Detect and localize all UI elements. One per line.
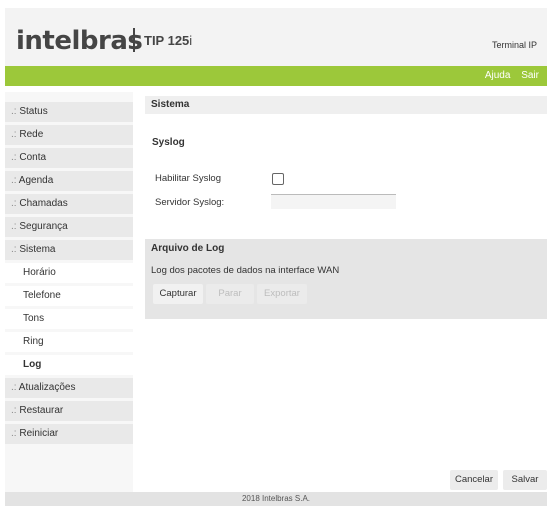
item-prefix: .:: [11, 428, 17, 439]
item-prefix: .:: [11, 221, 17, 232]
sidebar-item-atualizacoes[interactable]: .: Atualizações: [5, 378, 133, 398]
item-prefix: .:: [11, 106, 17, 117]
syslog-server-input[interactable]: [271, 194, 396, 209]
exit-link[interactable]: Sair: [521, 70, 539, 81]
sidebar-subitem-label: Telefone: [23, 290, 61, 301]
model-name: TIP 125i: [144, 33, 192, 48]
syslog-section-title: Syslog: [152, 137, 185, 148]
top-bar: Ajuda Sair: [5, 66, 547, 86]
model-suffix: i: [189, 33, 193, 48]
model-prefix: TIP 125: [144, 33, 190, 48]
item-prefix: .:: [11, 405, 17, 416]
item-prefix: .:: [11, 198, 17, 209]
sidebar-item-sistema[interactable]: .: Sistema: [5, 240, 133, 260]
sidebar-subitem-label: Log: [23, 359, 42, 370]
sidebar-item-status[interactable]: .: Status: [5, 102, 133, 122]
sidebar-item-seguranca[interactable]: .: Segurança: [5, 217, 133, 237]
sidebar-subitem-log[interactable]: Log: [5, 355, 133, 375]
enable-syslog-checkbox[interactable]: [272, 173, 284, 185]
sidebar-item-chamadas[interactable]: .: Chamadas: [5, 194, 133, 214]
sidebar-item-rede[interactable]: .: Rede: [5, 125, 133, 145]
stop-button[interactable]: Parar: [206, 284, 254, 304]
header: intelbras TIP 125i Terminal IP: [5, 8, 547, 66]
sidebar-subitem-ring[interactable]: Ring: [5, 332, 133, 352]
sidebar-item-label: Reiniciar: [19, 428, 59, 439]
item-prefix: .:: [11, 152, 17, 163]
main-content: Sistema Syslog Habilitar Syslog Servidor…: [145, 96, 547, 492]
sidebar-item-label: Conta: [19, 152, 47, 163]
sidebar-item-reiniciar[interactable]: .: Reiniciar: [5, 424, 133, 444]
sidebar-item-label: Chamadas: [19, 198, 68, 209]
copyright-text: 2018 Intelbras S.A.: [241, 494, 311, 503]
page-title: Sistema: [145, 96, 547, 114]
sidebar-subitem-label: Ring: [23, 336, 44, 347]
top-links: Ajuda Sair: [477, 70, 539, 81]
help-link[interactable]: Ajuda: [485, 70, 511, 81]
logo-divider: [133, 28, 135, 52]
sidebar-subitem-tons[interactable]: Tons: [5, 309, 133, 329]
sidebar-subitem-horario[interactable]: Horário: [5, 263, 133, 283]
capture-button[interactable]: Capturar: [153, 284, 203, 304]
terminal-label: Terminal IP: [491, 40, 537, 50]
sidebar-item-label: Segurança: [19, 221, 68, 232]
syslog-server-label: Servidor Syslog:: [155, 197, 225, 208]
item-prefix: .:: [11, 382, 17, 393]
sidebar-subitem-label: Tons: [23, 313, 45, 324]
log-file-panel: Arquivo de Log Log dos pacotes de dados …: [145, 239, 547, 319]
item-prefix: .:: [11, 129, 17, 140]
item-prefix: .:: [11, 244, 17, 255]
sidebar-subitem-telefone[interactable]: Telefone: [5, 286, 133, 306]
sidebar-item-label: Rede: [19, 129, 44, 140]
sidebar-subitem-label: Horário: [23, 267, 56, 278]
sidebar-item-label: Atualizações: [18, 382, 76, 393]
cancel-button[interactable]: Cancelar: [450, 470, 498, 490]
app-frame: intelbras TIP 125i Terminal IP Ajuda Sai…: [5, 8, 547, 506]
footer: 2018 Intelbras S.A.: [5, 492, 547, 506]
log-file-title: Arquivo de Log: [151, 243, 225, 254]
enable-syslog-label: Habilitar Syslog: [155, 173, 221, 184]
export-button[interactable]: Exportar: [257, 284, 307, 304]
intelbras-logo: intelbras: [16, 26, 143, 56]
sidebar-item-agenda[interactable]: .: Agenda: [5, 171, 133, 191]
sidebar-item-restaurar[interactable]: .: Restaurar: [5, 401, 133, 421]
save-button[interactable]: Salvar: [503, 470, 547, 490]
sidebar-item-label: Status: [19, 106, 48, 117]
sidebar: .: Status .: Rede .: Conta .: Agenda .: …: [5, 92, 133, 492]
sidebar-item-label: Agenda: [18, 175, 54, 186]
sidebar-item-conta[interactable]: .: Conta: [5, 148, 133, 168]
sidebar-item-label: Sistema: [19, 244, 56, 255]
item-prefix: .:: [11, 175, 17, 186]
sidebar-item-label: Restaurar: [19, 405, 64, 416]
log-file-description: Log dos pacotes de dados na interface WA…: [151, 265, 340, 276]
